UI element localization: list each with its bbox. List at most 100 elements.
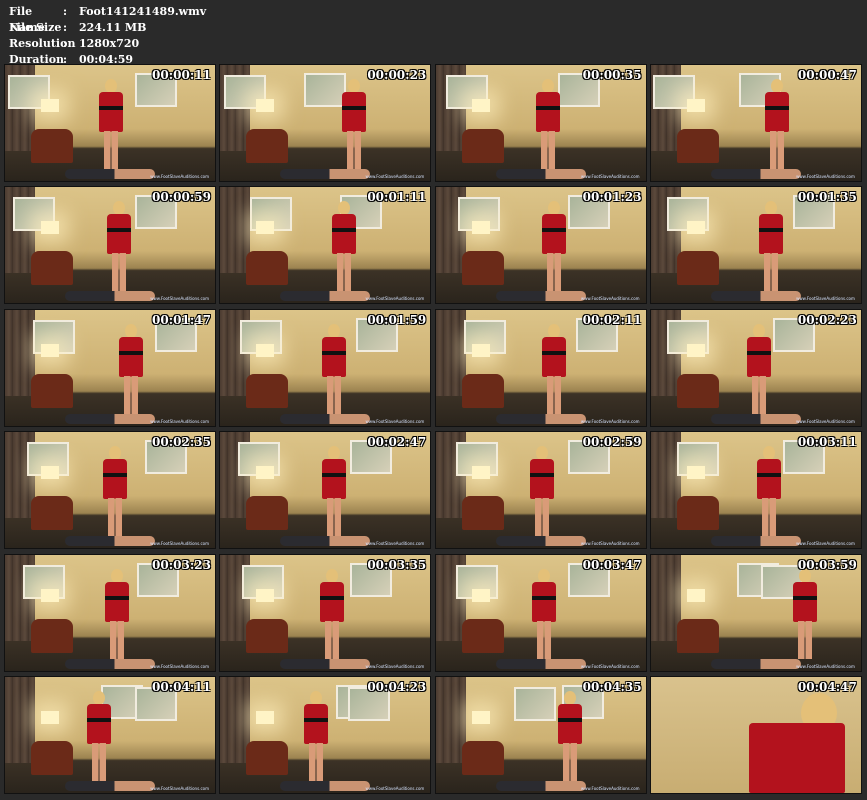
figure-head bbox=[338, 201, 351, 216]
video-thumbnail[interactable]: 00:00:35 www.FootSlaveAuditions.com bbox=[434, 64, 647, 182]
figure-head bbox=[348, 79, 361, 93]
video-thumbnail[interactable]: 00:02:11 www.FootSlaveAuditions.com bbox=[434, 308, 647, 427]
floor-person-graphic bbox=[710, 291, 801, 302]
file-size-row: File Size : 224.11 MB bbox=[9, 20, 206, 36]
lamp-graphic bbox=[41, 99, 59, 112]
lamp-graphic bbox=[256, 221, 275, 235]
thumbnail-timestamp: 00:03:23 bbox=[152, 557, 211, 572]
figure-head bbox=[109, 446, 121, 461]
video-thumbnail[interactable]: 00:03:59 www.FootSlaveAuditions.com bbox=[649, 553, 862, 672]
standing-figure-graphic bbox=[745, 323, 773, 416]
video-thumbnail[interactable]: 00:01:59 www.FootSlaveAuditions.com bbox=[219, 308, 432, 427]
figure-head bbox=[326, 568, 339, 583]
video-thumbnail[interactable]: 00:01:23 www.FootSlaveAuditions.com bbox=[434, 186, 647, 305]
figure-belt bbox=[342, 106, 367, 110]
thumbnail-watermark: www.FootSlaveAuditions.com bbox=[796, 663, 855, 669]
figure-head bbox=[764, 201, 777, 216]
standing-figure-graphic bbox=[540, 201, 568, 293]
standing-figure-graphic bbox=[556, 690, 584, 783]
figure-dress bbox=[320, 581, 345, 622]
figure-belt bbox=[103, 473, 127, 478]
thumbnail-timestamp: 00:02:35 bbox=[152, 435, 211, 450]
armchair-graphic bbox=[461, 373, 504, 408]
standing-figure-graphic bbox=[318, 568, 346, 661]
figure-belt bbox=[764, 106, 789, 110]
figure-legs bbox=[546, 375, 561, 414]
video-thumbnail[interactable]: 00:00:47 www.FootSlaveAuditions.com bbox=[649, 64, 862, 182]
standing-figure-graphic bbox=[741, 683, 851, 793]
armchair-graphic bbox=[31, 373, 73, 408]
figure-head bbox=[328, 323, 341, 338]
thumbnail-timestamp: 00:04:11 bbox=[152, 679, 211, 694]
video-thumbnail[interactable]: 00:01:35 www.FootSlaveAuditions.com bbox=[649, 186, 862, 305]
figure-belt bbox=[320, 595, 345, 600]
lamp-graphic bbox=[686, 221, 705, 235]
resolution-row: Resolution : 1280x720 bbox=[9, 36, 206, 52]
figure-belt bbox=[322, 473, 347, 478]
figure-dress bbox=[792, 581, 817, 622]
lamp-graphic bbox=[471, 221, 490, 235]
standing-figure-graphic bbox=[320, 446, 348, 538]
thumbnail-grid: 00:00:11 www.FootSlaveAuditions.com 00:00:… bbox=[4, 64, 862, 794]
video-thumbnail[interactable]: 00:03:35 www.FootSlaveAuditions.com bbox=[219, 553, 432, 672]
video-thumbnail[interactable]: 00:03:47 www.FootSlaveAuditions.com bbox=[434, 553, 647, 672]
video-thumbnail[interactable]: 00:00:59 www.FootSlaveAuditions.com bbox=[4, 186, 216, 305]
lamp-graphic bbox=[256, 466, 275, 480]
armchair-graphic bbox=[246, 251, 289, 286]
thumbnail-timestamp: 00:03:35 bbox=[367, 557, 427, 572]
video-thumbnail[interactable]: 00:02:59 www.FootSlaveAuditions.com bbox=[434, 431, 647, 550]
floor-person-graphic bbox=[710, 658, 801, 669]
standing-figure-graphic bbox=[330, 201, 358, 293]
thumbnail-timestamp: 00:00:59 bbox=[152, 190, 211, 205]
thumbnail-timestamp: 00:02:47 bbox=[367, 435, 427, 450]
standing-figure-graphic bbox=[97, 79, 125, 171]
thumbnail-watermark: www.FootSlaveAuditions.com bbox=[796, 174, 855, 179]
file-name-separator: : bbox=[63, 5, 68, 18]
video-thumbnail[interactable]: 00:03:23 www.FootSlaveAuditions.com bbox=[4, 553, 216, 672]
thumbnail-watermark: www.FootSlaveAuditions.com bbox=[580, 174, 640, 179]
video-thumbnail[interactable]: 00:04:47 bbox=[649, 675, 862, 794]
video-thumbnail[interactable]: 00:02:23 www.FootSlaveAuditions.com bbox=[649, 308, 862, 427]
lamp-graphic bbox=[686, 588, 705, 602]
figure-dress bbox=[748, 722, 845, 793]
figure-head bbox=[93, 690, 105, 705]
video-thumbnail[interactable]: 00:04:23 www.FootSlaveAuditions.com bbox=[219, 675, 432, 794]
file-info-panel: File Name : Foot141241489.wmv File Size … bbox=[9, 4, 206, 68]
video-thumbnail[interactable]: 00:04:35 www.FootSlaveAuditions.com bbox=[434, 675, 647, 794]
armchair-graphic bbox=[246, 740, 289, 775]
figure-dress bbox=[87, 703, 111, 744]
figure-belt bbox=[107, 228, 131, 233]
figure-legs bbox=[761, 498, 776, 537]
thumbnail-watermark: www.FootSlaveAuditions.com bbox=[365, 174, 425, 179]
video-thumbnail[interactable]: 00:00:11 www.FootSlaveAuditions.com bbox=[4, 64, 216, 182]
video-thumbnail[interactable]: 00:02:47 www.FootSlaveAuditions.com bbox=[219, 431, 432, 550]
video-thumbnail[interactable]: 00:02:35 www.FootSlaveAuditions.com bbox=[4, 431, 216, 550]
video-thumbnail[interactable]: 00:00:23 www.FootSlaveAuditions.com bbox=[219, 64, 432, 182]
standing-figure-graphic bbox=[528, 446, 556, 538]
armchair-graphic bbox=[676, 373, 719, 408]
resolution-value: 1280x720 bbox=[79, 37, 140, 50]
thumbnail-timestamp: 00:00:47 bbox=[797, 68, 857, 82]
file-size-value: 224.11 MB bbox=[79, 21, 147, 34]
figure-dress bbox=[557, 703, 582, 744]
figure-dress bbox=[304, 703, 329, 744]
armchair-graphic bbox=[31, 129, 73, 163]
figure-dress bbox=[746, 336, 771, 377]
standing-figure-graphic bbox=[530, 568, 558, 661]
figure-head bbox=[762, 446, 775, 461]
standing-figure-graphic bbox=[85, 690, 113, 783]
figure-belt bbox=[756, 473, 781, 478]
video-thumbnail[interactable]: 00:04:11 www.FootSlaveAuditions.com bbox=[4, 675, 216, 794]
armchair-graphic bbox=[31, 496, 73, 531]
figure-legs bbox=[124, 375, 138, 414]
resolution-label: Resolution bbox=[9, 37, 76, 50]
standing-figure-graphic bbox=[763, 79, 791, 171]
video-thumbnail[interactable]: 00:01:47 www.FootSlaveAuditions.com bbox=[4, 308, 216, 427]
lamp-graphic bbox=[256, 99, 275, 112]
video-thumbnail[interactable]: 00:01:11 www.FootSlaveAuditions.com bbox=[219, 186, 432, 305]
video-thumbnail[interactable]: 00:03:11 www.FootSlaveAuditions.com bbox=[649, 431, 862, 550]
figure-belt bbox=[99, 106, 123, 110]
figure-head bbox=[770, 79, 783, 93]
thumbnail-timestamp: 00:01:35 bbox=[797, 190, 857, 205]
thumbnail-watermark: www.FootSlaveAuditions.com bbox=[150, 174, 209, 179]
